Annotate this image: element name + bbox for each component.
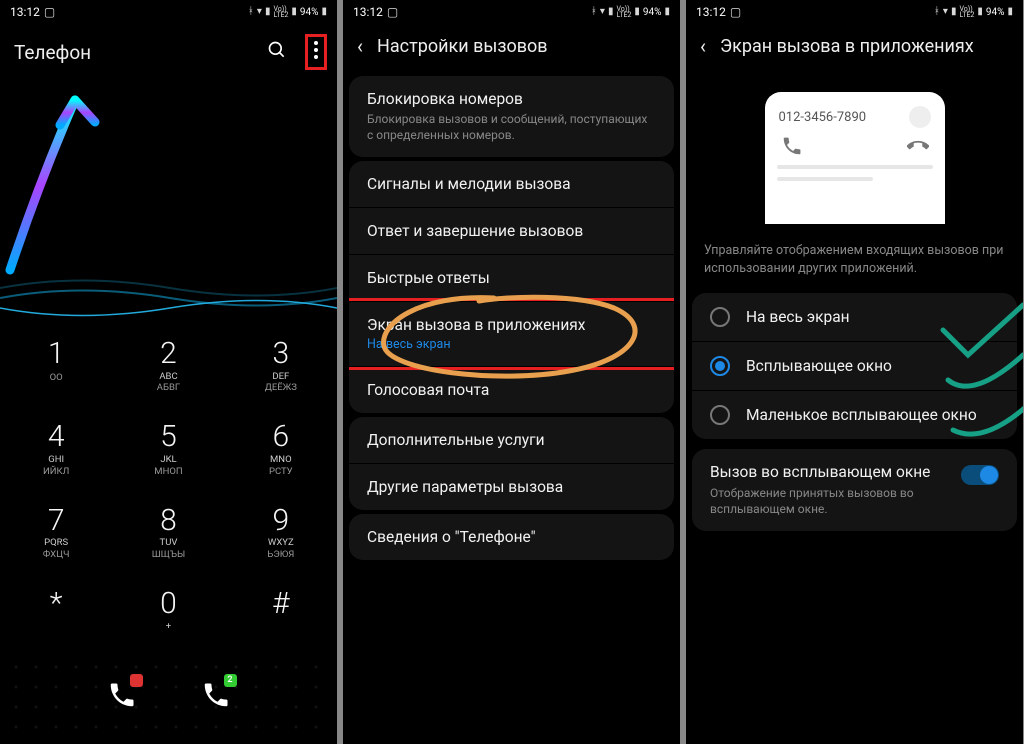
battery-percent: 94% bbox=[643, 7, 662, 18]
preview-number: 012-3456-7890 bbox=[779, 110, 931, 125]
picture-icon: ▢ bbox=[44, 6, 55, 18]
bluetooth-icon: ᚼ bbox=[591, 7, 597, 17]
volte-icon: Vo))LTE2 bbox=[616, 6, 631, 19]
key-6[interactable]: 6MNOРСТУ bbox=[225, 411, 337, 494]
battery-percent: 94% bbox=[986, 7, 1005, 18]
signal-icon: ▮ bbox=[265, 7, 271, 17]
more-menu-icon[interactable] bbox=[314, 44, 318, 63]
battery-icon: ▮ bbox=[1007, 7, 1013, 17]
option-popup[interactable]: Всплывающее окно bbox=[692, 342, 1017, 391]
key-5[interactable]: 5JKLМНОП bbox=[112, 411, 224, 494]
search-icon[interactable] bbox=[267, 40, 287, 64]
radio-icon bbox=[710, 356, 730, 376]
option-mini-popup[interactable]: Маленькое всплывающее окно bbox=[692, 391, 1017, 439]
signal-icon-2: ▮ bbox=[977, 7, 983, 17]
about-phone-row[interactable]: Сведения о "Телефоне" bbox=[349, 514, 674, 560]
status-bar: 13:12 ▢ ᚼ ▾ ▮ Vo))LTE2 ▮ 94% ▮ bbox=[0, 0, 337, 24]
back-icon[interactable]: ‹ bbox=[700, 34, 706, 58]
back-icon[interactable]: ‹ bbox=[357, 34, 363, 58]
red-highlight-box bbox=[349, 298, 674, 370]
ringtones-row[interactable]: Сигналы и мелодии вызова bbox=[349, 161, 674, 208]
call-settings-screen: 13:12▢ ᚼ▾▮Vo))LTE2▮94%▮ ‹ Настройки вызо… bbox=[343, 0, 680, 744]
bluetooth-icon: ᚼ bbox=[934, 7, 940, 17]
bluetooth-icon: ᚼ bbox=[248, 7, 254, 17]
preview-illustration: 012-3456-7890 bbox=[714, 92, 995, 224]
toggle-switch[interactable] bbox=[961, 465, 999, 485]
app-title: Телефон bbox=[14, 41, 91, 64]
key-8[interactable]: 8TUVШЩЪЫ bbox=[112, 495, 224, 578]
battery-icon: ▮ bbox=[664, 7, 670, 17]
sim2-badge: 2 bbox=[224, 674, 237, 687]
page-title: Настройки вызовов bbox=[377, 36, 548, 57]
avatar-icon bbox=[909, 106, 931, 128]
volte-icon: Vo))LTE2 bbox=[959, 6, 974, 19]
status-time: 13:12 bbox=[696, 5, 726, 19]
key-1[interactable]: 1ОО bbox=[0, 328, 112, 411]
key-7[interactable]: 7PQRSФХЦЧ bbox=[0, 495, 112, 578]
answer-icon bbox=[781, 135, 803, 157]
bottom-tabs: Набор Последние Контакты bbox=[0, 733, 337, 744]
answer-end-row[interactable]: Ответ и завершение вызовов bbox=[349, 208, 674, 255]
radio-icon bbox=[710, 405, 730, 425]
call-sim2-button[interactable]: 2 bbox=[199, 678, 233, 712]
battery-icon: ▮ bbox=[321, 7, 327, 17]
popup-call-toggle-row[interactable]: Вызов во всплывающем окне Отображение пр… bbox=[692, 449, 1017, 531]
description: Управляйте отображением входящих вызовов… bbox=[686, 238, 1023, 289]
battery-percent: 94% bbox=[300, 7, 319, 18]
status-bar: 13:12▢ ᚼ▾▮Vo))LTE2▮94%▮ bbox=[343, 0, 680, 24]
voicemail-row[interactable]: Голосовая почта bbox=[349, 367, 674, 413]
volte-icon: Vo))LTE2 bbox=[273, 6, 288, 19]
call-display-settings-screen: 13:12▢ ᚼ▾▮Vo))LTE2▮94%▮ ‹ Экран вызова в… bbox=[686, 0, 1023, 744]
page-title: Экран вызова в приложениях bbox=[720, 36, 974, 57]
call-display-row[interactable]: Экран вызова в приложениях На весь экран bbox=[349, 302, 674, 367]
call-buttons-bar: 2 bbox=[6, 657, 331, 733]
wifi-icon: ▾ bbox=[257, 7, 262, 17]
block-numbers-row[interactable]: Блокировка номеров Блокировка вызовов и … bbox=[349, 76, 674, 157]
call-sim1-button[interactable] bbox=[105, 678, 139, 712]
key-hash[interactable]: # bbox=[225, 578, 337, 650]
wifi-icon: ▾ bbox=[600, 7, 605, 17]
key-9[interactable]: 9WXYZЬЭЮЯ bbox=[225, 495, 337, 578]
key-star[interactable]: * bbox=[0, 578, 112, 650]
signal-icon: ▮ bbox=[608, 7, 614, 17]
supplementary-services-row[interactable]: Дополнительные услуги bbox=[349, 417, 674, 464]
key-4[interactable]: 4GHIИЙКЛ bbox=[0, 411, 112, 494]
quick-replies-row[interactable]: Быстрые ответы bbox=[349, 255, 674, 302]
phone-app-dialer: 13:12 ▢ ᚼ ▾ ▮ Vo))LTE2 ▮ 94% ▮ Телефон bbox=[0, 0, 337, 744]
signal-icon-2: ▮ bbox=[291, 7, 297, 17]
wifi-icon: ▾ bbox=[943, 7, 948, 17]
other-call-settings-row[interactable]: Другие параметры вызова bbox=[349, 464, 674, 510]
key-3[interactable]: 3DEFДЕЁЖЗ bbox=[225, 328, 337, 411]
signal-icon: ▮ bbox=[951, 7, 957, 17]
dialpad: 1ОО 2ABCАБВГ 3DEFДЕЁЖЗ 4GHIИЙКЛ 5JKLМНОП… bbox=[0, 320, 337, 651]
picture-icon: ▢ bbox=[387, 6, 398, 18]
status-time: 13:12 bbox=[353, 5, 383, 19]
decline-icon bbox=[907, 135, 929, 157]
sim1-badge bbox=[130, 674, 143, 687]
picture-icon: ▢ bbox=[730, 6, 741, 18]
key-0[interactable]: 0+ bbox=[112, 578, 224, 650]
wallpaper-wave bbox=[0, 268, 337, 320]
status-bar: 13:12▢ ᚼ▾▮Vo))LTE2▮94%▮ bbox=[686, 0, 1023, 24]
arrow-annotation bbox=[0, 80, 120, 280]
key-2[interactable]: 2ABCАБВГ bbox=[112, 328, 224, 411]
status-time: 13:12 bbox=[10, 5, 40, 19]
wallpaper bbox=[0, 80, 337, 320]
option-fullscreen[interactable]: На весь экран bbox=[692, 293, 1017, 342]
more-menu-highlight bbox=[305, 34, 327, 70]
signal-icon-2: ▮ bbox=[634, 7, 640, 17]
radio-icon bbox=[710, 307, 730, 327]
